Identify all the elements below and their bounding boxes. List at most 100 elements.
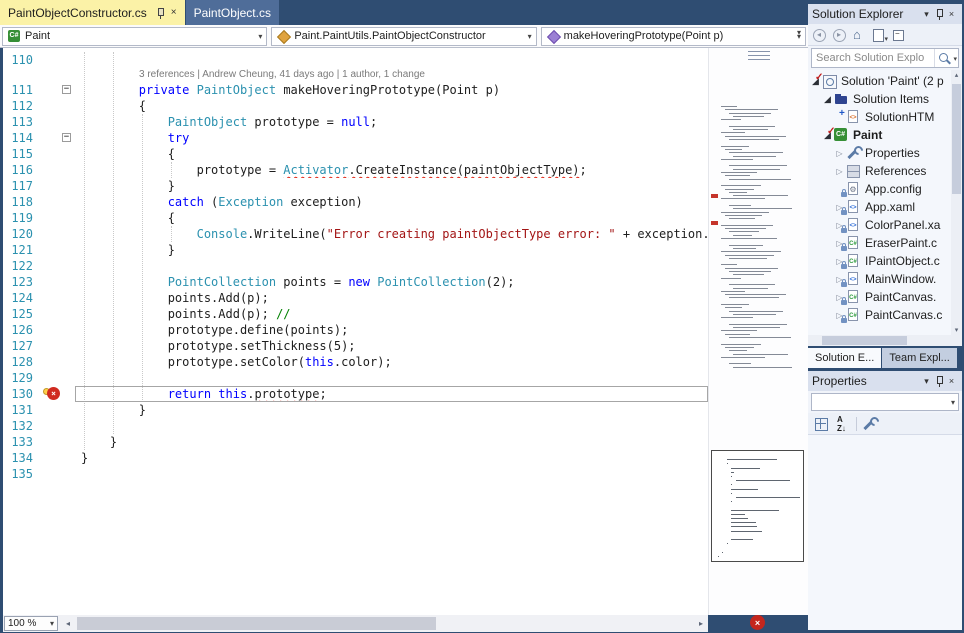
close-icon[interactable]: × (945, 376, 958, 386)
fold-margin[interactable] (61, 178, 75, 194)
tree-item[interactable]: App.config (808, 180, 951, 198)
properties-object-dropdown[interactable]: ▾ (811, 393, 959, 411)
glyph-margin[interactable] (43, 52, 61, 68)
tree-item[interactable]: ◢ ✓ Solution 'Paint' (2 p (808, 72, 951, 90)
glyph-margin[interactable] (43, 210, 61, 226)
tree-item[interactable]: ▷IPaintObject.c (808, 252, 951, 270)
code-text[interactable]: { (75, 146, 708, 162)
code-text[interactable]: prototype = Activator.CreateInstance(pai… (75, 162, 708, 178)
document-tab[interactable]: PaintObjectConstructor.cs × (0, 0, 185, 25)
code-text[interactable]: points.Add(p); // (75, 306, 708, 322)
code-text[interactable]: } (75, 450, 708, 466)
search-input[interactable] (812, 49, 934, 67)
code-text[interactable]: Console.WriteLine("Error creating paintO… (75, 226, 708, 242)
nav-back-icon[interactable] (811, 27, 828, 43)
pin-icon[interactable] (933, 8, 945, 21)
fold-margin[interactable] (61, 354, 75, 370)
fold-margin[interactable] (61, 338, 75, 354)
scroll-left-arrow[interactable]: ◂ (61, 619, 75, 628)
error-icon[interactable]: × (47, 387, 60, 400)
navbar-dropdown[interactable]: Paint.PaintUtils.PaintObjectConstructor ▾ (271, 26, 537, 46)
window-position-icon[interactable]: ▾ (920, 9, 933, 20)
fold-margin[interactable] (61, 242, 75, 258)
fold-margin[interactable]: − (61, 130, 75, 146)
code-text[interactable]: prototype.setThickness(5); (75, 338, 708, 354)
glyph-margin[interactable]: × (43, 386, 61, 402)
close-icon[interactable]: × (171, 7, 177, 18)
navbar-dropdown[interactable]: Paint ▾ (2, 26, 268, 46)
tree-item[interactable]: ▷ Properties (808, 144, 951, 162)
code-text-area[interactable]: 110 3 references | Andrew Cheung, 41 days… (3, 48, 708, 615)
code-text[interactable] (75, 418, 708, 434)
glyph-margin[interactable] (43, 146, 61, 162)
horizontal-scrollbar[interactable] (75, 615, 694, 632)
glyph-margin[interactable] (43, 130, 61, 146)
editor-minimap-scrollbar[interactable] (708, 48, 808, 615)
categorized-icon[interactable] (812, 416, 830, 432)
glyph-margin[interactable] (43, 258, 61, 274)
collapse-region-icon[interactable]: − (62, 133, 71, 142)
glyph-margin[interactable] (43, 242, 61, 258)
tree-item[interactable]: ▷ References (808, 162, 951, 180)
close-icon[interactable]: × (945, 9, 958, 19)
glyph-margin[interactable] (43, 354, 61, 370)
tool-window-tab[interactable]: Team Expl... (882, 348, 957, 368)
code-text[interactable]: catch (Exception exception) (75, 194, 708, 210)
code-text[interactable]: private PaintObject makeHoveringPrototyp… (75, 82, 708, 98)
glyph-margin[interactable] (43, 434, 61, 450)
code-text[interactable]: { (75, 210, 708, 226)
collapse-all-icon[interactable] (891, 27, 908, 43)
code-text[interactable]: return this.prototype; (75, 386, 708, 402)
tree-horizontal-scrollbar[interactable] (808, 335, 962, 346)
fold-margin[interactable] (61, 162, 75, 178)
code-text[interactable] (75, 466, 708, 482)
code-text[interactable]: points.Add(p); (75, 290, 708, 306)
search-button[interactable]: ▾ (934, 49, 958, 67)
code-text[interactable]: } (75, 434, 708, 450)
fold-margin[interactable] (61, 434, 75, 450)
fold-margin[interactable] (61, 370, 75, 386)
fold-margin[interactable]: − (61, 82, 75, 98)
horizontal-scrollbar-thumb[interactable] (77, 617, 437, 630)
tree-item[interactable]: ◢✓Paint (808, 126, 951, 144)
fold-margin[interactable] (61, 386, 75, 402)
tool-window-tab[interactable]: Solution E... (808, 348, 882, 368)
fold-margin[interactable] (61, 418, 75, 434)
document-tab[interactable]: PaintObject.cs (185, 0, 279, 25)
code-text[interactable] (75, 52, 708, 68)
collapse-region-icon[interactable]: − (62, 85, 71, 94)
glyph-margin[interactable] (43, 450, 61, 466)
fold-margin[interactable] (61, 258, 75, 274)
glyph-margin[interactable] (43, 322, 61, 338)
glyph-margin[interactable] (43, 402, 61, 418)
code-text[interactable] (75, 258, 708, 274)
fold-margin[interactable] (61, 194, 75, 210)
glyph-margin[interactable] (43, 114, 61, 130)
fold-margin[interactable] (61, 114, 75, 130)
scroll-right-arrow[interactable]: ▸ (694, 619, 708, 628)
window-position-icon[interactable]: ▾ (920, 376, 933, 387)
fold-margin[interactable] (61, 306, 75, 322)
tree-item[interactable]: + SolutionHTM (808, 108, 951, 126)
fold-margin[interactable] (61, 210, 75, 226)
code-text[interactable]: prototype.define(points); (75, 322, 708, 338)
minimap-viewport[interactable] (711, 450, 804, 562)
fold-margin[interactable] (61, 226, 75, 242)
codelens-indicator[interactable]: 3 references | Andrew Cheung, 41 days ag… (3, 68, 708, 82)
code-text[interactable]: { (75, 98, 708, 114)
zoom-control[interactable]: 100 % ▾ (4, 616, 58, 631)
fold-margin[interactable] (61, 52, 75, 68)
code-text[interactable]: try (75, 130, 708, 146)
fold-margin[interactable] (61, 146, 75, 162)
glyph-margin[interactable] (43, 290, 61, 306)
tree-hscrollbar-thumb[interactable] (822, 336, 907, 345)
code-text[interactable]: PointCollection points = new PointCollec… (75, 274, 708, 290)
fold-margin[interactable] (61, 290, 75, 306)
property-pages-icon[interactable] (861, 416, 879, 432)
navbar-overflow-button[interactable]: ▾ (792, 28, 806, 37)
switch-views-icon[interactable] (871, 27, 888, 43)
code-text[interactable]: } (75, 402, 708, 418)
tree-item[interactable]: ▷App.xaml (808, 198, 951, 216)
code-text[interactable] (75, 370, 708, 386)
fold-margin[interactable] (61, 98, 75, 114)
